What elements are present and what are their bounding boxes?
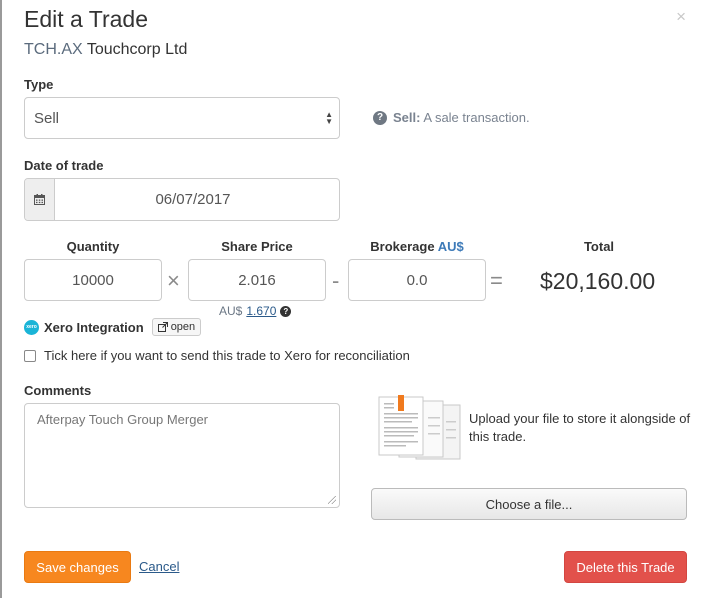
equals-icon: = <box>490 268 503 293</box>
brokerage-label-text: Brokerage <box>370 239 435 254</box>
comments-label: Comments <box>24 383 92 398</box>
aud-price-link[interactable]: 1.670 <box>246 304 276 318</box>
select-arrows-icon: ▲ ▼ <box>325 110 333 126</box>
total-label: Total <box>583 239 615 254</box>
choose-file-button[interactable]: Choose a file... <box>371 488 687 520</box>
multiply-icon: × <box>167 268 180 293</box>
type-select-value: Sell <box>34 110 60 127</box>
xero-send-checkbox-row[interactable]: Tick here if you want to send this trade… <box>24 348 410 363</box>
minus-icon: - <box>332 268 340 293</box>
xero-open-label: open <box>170 321 196 333</box>
company-name: Touchcorp Ltd <box>86 41 188 58</box>
brokerage-currency: AU$ <box>437 239 464 254</box>
type-help: ? Sell: A sale transaction. <box>373 110 530 125</box>
type-select[interactable]: Sell ▲ ▼ <box>24 97 340 139</box>
xero-title: Xero Integration <box>44 319 144 335</box>
share-price-input[interactable]: 2.016 <box>188 259 326 301</box>
quantity-input[interactable]: 10000 <box>24 259 162 301</box>
xero-open-button[interactable]: open <box>151 318 202 336</box>
xero-integration: xero Xero Integration open <box>24 318 202 336</box>
type-label: Type <box>24 77 54 92</box>
type-help-term: Sell: <box>393 110 421 125</box>
brokerage-input[interactable]: 0.0 <box>348 259 486 301</box>
comments-text: Afterpay Touch Group Merger <box>37 412 209 427</box>
aud-price: AU$ 1.670 ? <box>219 304 292 318</box>
date-input[interactable]: 06/07/2017 <box>55 179 339 220</box>
quantity-label: Quantity <box>66 239 120 254</box>
share-price-label: Share Price <box>221 239 293 254</box>
calendar-icon[interactable] <box>25 179 55 220</box>
dialog-title: Edit a Trade <box>24 6 149 32</box>
question-circle-icon[interactable]: ? <box>280 305 292 317</box>
security-name: TCH.AX Touchcorp Ltd <box>24 41 187 59</box>
upload-description: Upload your file to store it alongside o… <box>469 411 691 444</box>
question-circle-icon: ? <box>373 110 387 125</box>
type-help-text: A sale transaction. <box>423 110 530 125</box>
xero-send-checkbox[interactable] <box>24 349 36 362</box>
ticker-symbol: TCH.AX <box>24 41 83 58</box>
cancel-link[interactable]: Cancel <box>139 559 179 574</box>
brokerage-label: Brokerage AU$ <box>348 239 486 254</box>
comments-textarea[interactable]: Afterpay Touch Group Merger <box>24 403 340 508</box>
window-edge <box>0 0 2 598</box>
xero-send-label: Tick here if you want to send this trade… <box>44 348 410 363</box>
save-button[interactable]: Save changes <box>24 551 131 583</box>
date-label: Date of trade <box>24 158 104 173</box>
resize-grip-icon[interactable] <box>328 496 336 504</box>
close-icon[interactable]: × <box>676 7 686 27</box>
delete-trade-button[interactable]: Delete this Trade <box>564 551 687 583</box>
total-value: $20,160.00 <box>540 268 656 294</box>
xero-logo-icon: xero <box>24 319 39 335</box>
aud-prefix: AU$ <box>219 304 243 318</box>
date-field[interactable]: 06/07/2017 <box>24 178 340 221</box>
documents-icon <box>378 395 461 460</box>
external-link-icon <box>157 322 168 332</box>
